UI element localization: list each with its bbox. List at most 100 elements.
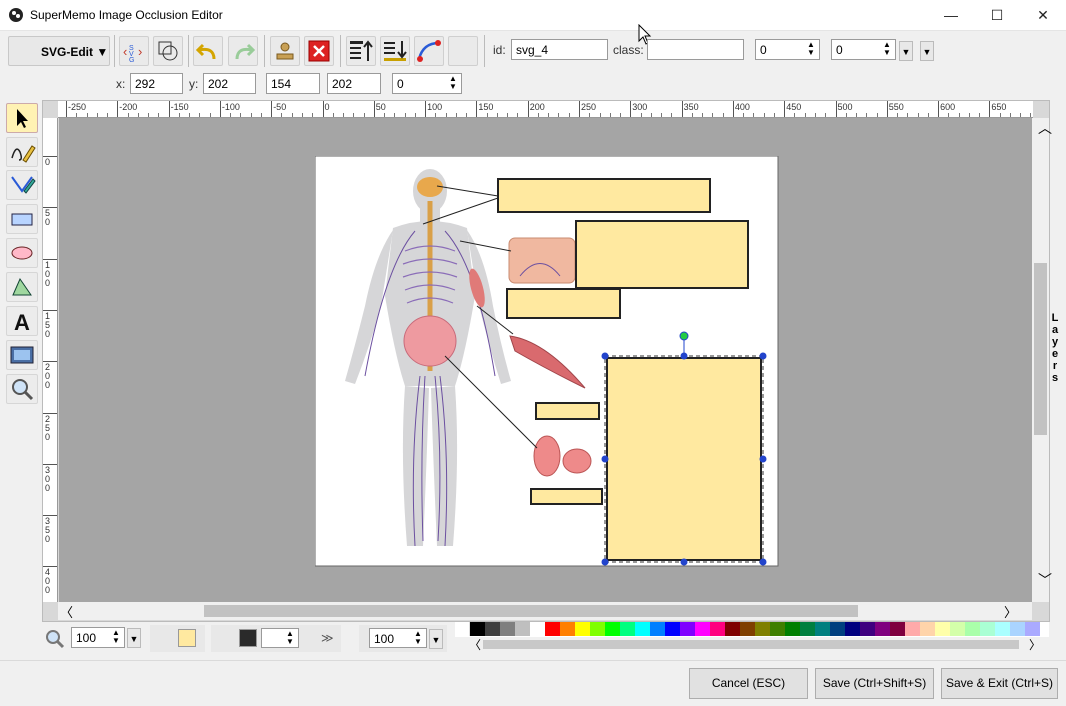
convert-to-path-button[interactable] xyxy=(414,36,444,66)
palette-swatch[interactable] xyxy=(800,622,815,636)
undo-button[interactable] xyxy=(193,36,223,66)
zoom-spinner[interactable]: 100 ▲ ▼ xyxy=(71,627,125,648)
spinner-arrows-icon[interactable]: ▲ ▼ xyxy=(112,629,120,645)
vertical-scrollbar[interactable]: ︿ ﹀ xyxy=(1032,118,1052,602)
class-input[interactable] xyxy=(647,39,744,60)
rotation-spinner[interactable]: 0 ▲ ▼ xyxy=(755,39,820,60)
stroke-settings[interactable]: ▲ ▼ ≫ xyxy=(211,625,341,652)
scroll-down-icon[interactable]: ﹀ xyxy=(1038,570,1052,590)
path-tool[interactable] xyxy=(6,170,38,200)
maximize-button[interactable]: ☐ xyxy=(974,0,1020,31)
occlusion-box-muscle[interactable] xyxy=(535,402,600,420)
text-tool[interactable]: A xyxy=(6,306,38,336)
palette-swatch[interactable] xyxy=(650,622,665,636)
palette-scroll-left-icon[interactable]: 〈 xyxy=(469,636,481,653)
drawing-page[interactable] xyxy=(315,156,779,567)
palette-swatch[interactable] xyxy=(710,622,725,636)
palette-swatch[interactable] xyxy=(545,622,560,636)
palette-swatch[interactable] xyxy=(830,622,845,636)
x-input[interactable] xyxy=(130,73,183,94)
palette-swatch[interactable] xyxy=(845,622,860,636)
scroll-up-icon[interactable]: ︿ xyxy=(1038,118,1052,138)
blur-spinner[interactable]: 0 ▲ ▼ xyxy=(831,39,896,60)
more-options-button[interactable]: ≫ xyxy=(321,631,334,645)
spinner-arrows-icon[interactable]: ▲ ▼ xyxy=(449,75,457,91)
clone-button[interactable] xyxy=(270,36,300,66)
y-input[interactable] xyxy=(203,73,256,94)
redo-button[interactable] xyxy=(228,36,258,66)
vertical-scroll-thumb[interactable] xyxy=(1034,263,1047,435)
palette-swatch[interactable] xyxy=(680,622,695,636)
palette-swatch[interactable] xyxy=(815,622,830,636)
close-window-button[interactable]: ✕ xyxy=(1020,0,1066,31)
palette-swatch[interactable] xyxy=(470,622,485,636)
scroll-right-icon[interactable]: 〉 xyxy=(1004,602,1017,621)
palette-swatch[interactable] xyxy=(725,622,740,636)
palette-swatch[interactable] xyxy=(860,622,875,636)
cancel-button[interactable]: Cancel (ESC) xyxy=(689,668,808,699)
spinner-arrows-icon[interactable]: ▲ ▼ xyxy=(883,41,891,57)
radius-spinner[interactable]: 0 ▲ ▼ xyxy=(392,73,462,94)
zoom-dropdown[interactable]: ▼ xyxy=(127,628,141,648)
occlusion-box-selected[interactable] xyxy=(606,357,762,561)
polygon-tool[interactable] xyxy=(6,272,38,302)
stroke-width-spinner[interactable]: ▲ ▼ xyxy=(261,628,299,648)
palette-swatch[interactable] xyxy=(500,622,515,636)
occlusion-box-arm[interactable] xyxy=(506,288,621,319)
opacity-dropdown[interactable]: ▼ xyxy=(429,629,443,649)
palette-swatch[interactable] xyxy=(530,622,545,636)
layers-panel-tab[interactable]: L a y e r s xyxy=(1049,312,1061,384)
horizontal-scrollbar[interactable]: 〈 〉 xyxy=(58,602,1032,620)
align-dropdown[interactable]: ▼ xyxy=(920,41,934,61)
fill-color-picker[interactable] xyxy=(150,625,205,652)
palette-swatch[interactable] xyxy=(785,622,800,636)
stroke-color-swatch[interactable] xyxy=(239,629,257,647)
palette-scrollbar[interactable]: 〈 〉 xyxy=(455,637,1049,652)
spinner-arrows-icon[interactable]: ▲ ▼ xyxy=(286,630,294,646)
palette-swatch[interactable] xyxy=(590,622,605,636)
rectangle-tool[interactable] xyxy=(6,204,38,234)
fill-color-swatch[interactable] xyxy=(178,629,196,647)
freehand-tool[interactable] xyxy=(6,137,38,167)
save-button[interactable]: Save (Ctrl+Shift+S) xyxy=(815,668,934,699)
palette-swatch[interactable] xyxy=(950,622,965,636)
move-to-top-button[interactable] xyxy=(346,36,376,66)
palette-swatch[interactable] xyxy=(665,622,680,636)
palette-swatch[interactable] xyxy=(560,622,575,636)
rotate-handle[interactable] xyxy=(679,331,689,341)
color-palette[interactable] xyxy=(455,622,1049,637)
image-tool[interactable] xyxy=(6,340,38,370)
palette-swatch[interactable] xyxy=(770,622,785,636)
spinner-arrows-icon[interactable]: ▲ ▼ xyxy=(807,41,815,57)
palette-swatch[interactable] xyxy=(905,622,920,636)
palette-swatch[interactable] xyxy=(980,622,995,636)
palette-swatch[interactable] xyxy=(890,622,905,636)
occlusion-box-brain[interactable] xyxy=(497,178,711,213)
move-to-bottom-button[interactable] xyxy=(380,36,410,66)
palette-swatch[interactable] xyxy=(1025,622,1040,636)
svg-source-button[interactable]: ‹ S V G › xyxy=(119,36,149,66)
height-input[interactable] xyxy=(327,73,381,94)
palette-swatch[interactable] xyxy=(1010,622,1025,636)
width-input[interactable] xyxy=(266,73,320,94)
horizontal-scroll-thumb[interactable] xyxy=(204,605,858,617)
ellipse-tool[interactable] xyxy=(6,238,38,268)
svg-edit-menu-button[interactable]: SVG-Edit ▼ xyxy=(8,36,110,66)
palette-swatch[interactable] xyxy=(965,622,980,636)
palette-swatch[interactable] xyxy=(620,622,635,636)
no-color-swatch[interactable] xyxy=(455,622,470,636)
palette-swatch[interactable] xyxy=(875,622,890,636)
occlusion-box-gut[interactable] xyxy=(530,488,603,505)
palette-swatch[interactable] xyxy=(995,622,1010,636)
save-exit-button[interactable]: Save & Exit (Ctrl+S) xyxy=(941,668,1058,699)
zoom-tool[interactable] xyxy=(6,374,38,404)
opacity-spinner[interactable]: 100 ▲ ▼ xyxy=(369,628,427,648)
palette-swatch[interactable] xyxy=(695,622,710,636)
palette-swatch[interactable] xyxy=(920,622,935,636)
palette-scroll-thumb[interactable] xyxy=(483,640,1019,649)
palette-swatch[interactable] xyxy=(605,622,620,636)
palette-swatch[interactable] xyxy=(755,622,770,636)
palette-scroll-right-icon[interactable]: 〉 xyxy=(1029,636,1041,653)
palette-swatch[interactable] xyxy=(635,622,650,636)
select-tool[interactable] xyxy=(6,103,38,133)
